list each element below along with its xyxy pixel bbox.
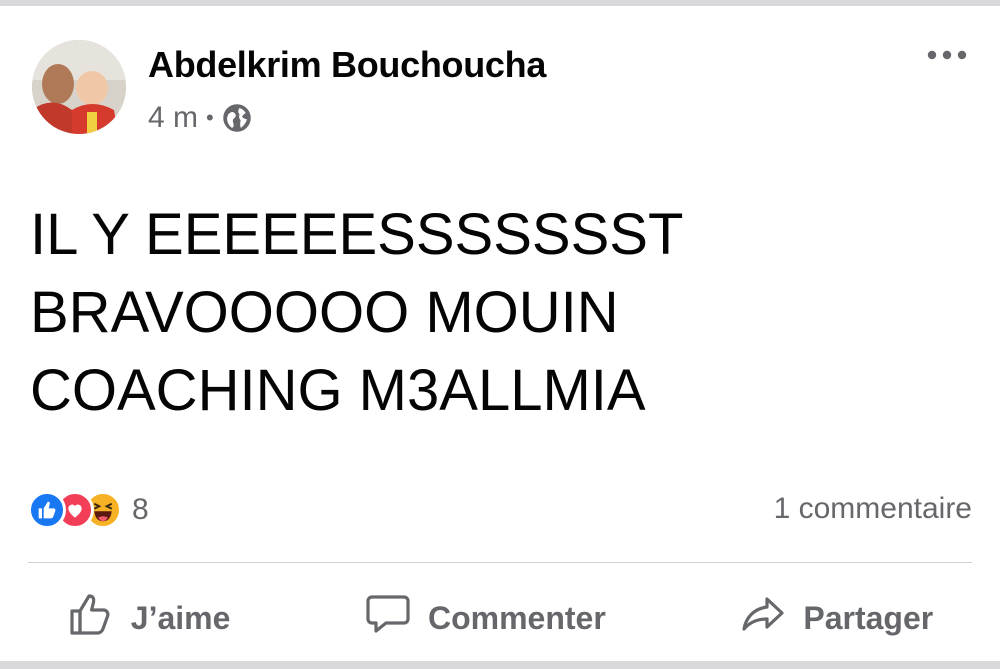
author-avatar[interactable] (32, 40, 126, 134)
post-text: IL Y EEEEEESSSSSSST BRAVOOOOO MOUIN COAC… (30, 196, 930, 430)
comment-label: Commenter (427, 599, 606, 636)
post-meta: 4 m • (148, 99, 252, 137)
author-name[interactable]: Abdelkrim Bouchoucha (148, 44, 546, 86)
reaction-count: 8 (132, 493, 149, 526)
comments-count[interactable]: 1 commentaire (774, 492, 972, 526)
comment-button[interactable]: Commenter (364, 590, 606, 646)
post-card: Abdelkrim Bouchoucha 4 m • IL Y EEEEEESS… (0, 6, 1000, 661)
post-actions: J’aime Commenter Partager (0, 578, 1000, 658)
post-time[interactable]: 4 m (148, 101, 198, 135)
post-text-line: IL Y EEEEEESSSSSSST (30, 202, 684, 267)
avatar-photo (32, 40, 126, 134)
share-icon (739, 590, 787, 646)
reactions-summary[interactable]: 8 (28, 488, 149, 532)
like-button[interactable]: J’aime (67, 590, 231, 646)
comment-icon (364, 590, 412, 646)
post-text-line: COACHING M3ALLMIA (30, 358, 646, 423)
bottom-separator (0, 661, 1000, 669)
thumbs-up-icon (67, 590, 115, 646)
post-text-line: BRAVOOOOO MOUIN (30, 280, 619, 345)
divider (28, 562, 972, 563)
share-button[interactable]: Partager (739, 590, 933, 646)
globe-icon[interactable] (222, 103, 252, 133)
meta-separator: • (206, 105, 214, 130)
more-options-icon[interactable] (922, 40, 972, 70)
like-reaction-icon (28, 491, 66, 529)
share-label: Partager (803, 599, 934, 636)
like-label: J’aime (130, 599, 231, 636)
